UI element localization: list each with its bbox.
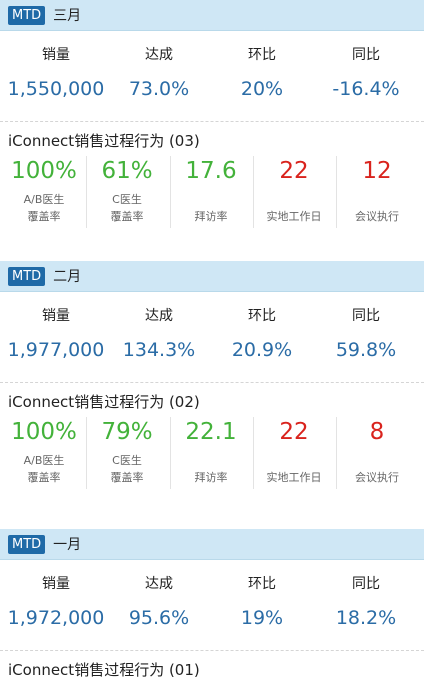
- kpi-yoy: 同比 59.8%: [313, 292, 419, 382]
- metric-c-coverage: 79% C医生 覆盖率: [86, 417, 168, 489]
- kpi-label: 达成: [145, 576, 173, 592]
- kpi-sales: 销量 1,972,000: [3, 560, 109, 650]
- metric-visit-rate: 17.6 拜访率: [170, 156, 252, 228]
- kpi-value: 73.0%: [128, 78, 190, 100]
- month-label: 三月: [53, 8, 82, 24]
- metric-label: 会议执行: [355, 471, 399, 484]
- metric-label: 覆盖率: [110, 210, 144, 223]
- kpi-label: 环比: [248, 308, 276, 324]
- metric-ab-coverage: 100% A/B医生 覆盖率: [3, 417, 85, 489]
- kpi-mom: 环比 20%: [209, 31, 315, 121]
- metric-label: C医生: [112, 193, 142, 206]
- kpi-value: 18.2%: [335, 607, 397, 629]
- kpi-value: 59.8%: [335, 339, 397, 361]
- metric-c-coverage: 61% C医生 覆盖率: [86, 156, 168, 228]
- kpi-value: 1,977,000: [7, 339, 105, 361]
- metric-label: A/B医生: [23, 454, 65, 467]
- metric-meetings: 12 会议执行: [336, 156, 418, 228]
- metric-field-days: 22 实地工作日: [253, 417, 335, 489]
- mtd-badge: MTD: [8, 266, 46, 286]
- metric-label: C医生: [112, 454, 142, 467]
- month-section-january: MTD 一月 销量 1,972,000 达成 95.6% 环比 19% 同比 1…: [0, 529, 424, 684]
- behavior-metrics: 100% A/B医生 覆盖率 61% C医生 覆盖率 17.6 拜访率 22 实…: [0, 156, 424, 228]
- metric-value: 22: [279, 158, 309, 184]
- metric-value: 61%: [101, 158, 153, 184]
- kpi-value: 1,972,000: [7, 607, 105, 629]
- month-section-march: MTD 三月 销量 1,550,000 达成 73.0% 环比 20% 同比 -…: [0, 0, 424, 228]
- behavior-title: iConnect销售过程行为 (03): [8, 132, 200, 150]
- kpi-label: 同比: [352, 576, 380, 592]
- month-label: 一月: [53, 537, 82, 553]
- kpi-label: 环比: [248, 576, 276, 592]
- metric-label: 覆盖率: [110, 471, 144, 484]
- month-label: 二月: [53, 269, 82, 285]
- kpi-sales: 销量 1,977,000: [3, 292, 109, 382]
- month-header[interactable]: MTD 二月: [0, 261, 424, 292]
- kpi-label: 环比: [248, 47, 276, 63]
- metric-value: 100%: [11, 419, 77, 445]
- metric-label: 拜访率: [194, 471, 228, 484]
- kpi-label: 销量: [42, 576, 70, 592]
- metric-label: 实地工作日: [266, 210, 322, 223]
- metric-value: 100%: [11, 158, 77, 184]
- kpi-label: 达成: [145, 308, 173, 324]
- metric-value: 22.1: [185, 419, 237, 445]
- metric-meetings: 8 会议执行: [336, 417, 418, 489]
- kpi-value: 1,550,000: [7, 78, 105, 100]
- kpi-value: 20%: [240, 78, 284, 100]
- kpi-achievement: 达成 134.3%: [106, 292, 212, 382]
- kpi-value: 19%: [240, 607, 284, 629]
- month-header[interactable]: MTD 三月: [0, 0, 424, 31]
- kpi-label: 同比: [352, 47, 380, 63]
- kpi-row: 销量 1,977,000 达成 134.3% 环比 20.9% 同比 59.8%: [0, 292, 424, 382]
- kpi-yoy: 同比 18.2%: [313, 560, 419, 650]
- metric-value: 22: [279, 419, 309, 445]
- metric-visit-rate: 22.1 拜访率: [170, 417, 252, 489]
- metric-value: 12: [362, 158, 392, 184]
- metric-ab-coverage: 100% A/B医生 覆盖率: [3, 156, 85, 228]
- kpi-achievement: 达成 73.0%: [106, 31, 212, 121]
- metric-label: 拜访率: [194, 210, 228, 223]
- kpi-label: 销量: [42, 308, 70, 324]
- metric-value: 79%: [101, 419, 153, 445]
- metric-value: 8: [369, 419, 385, 445]
- kpi-label: 达成: [145, 47, 173, 63]
- month-header[interactable]: MTD 一月: [0, 529, 424, 560]
- metric-label: 覆盖率: [27, 210, 61, 223]
- kpi-value: 134.3%: [122, 339, 196, 361]
- metric-field-days: 22 实地工作日: [253, 156, 335, 228]
- metric-value: 17.6: [185, 158, 237, 184]
- metric-label: A/B医生: [23, 193, 65, 206]
- kpi-label: 销量: [42, 47, 70, 63]
- metric-label: 实地工作日: [266, 471, 322, 484]
- kpi-achievement: 达成 95.6%: [106, 560, 212, 650]
- mtd-badge: MTD: [8, 534, 46, 554]
- mtd-badge: MTD: [8, 5, 46, 25]
- kpi-yoy: 同比 -16.4%: [313, 31, 419, 121]
- kpi-sales: 销量 1,550,000: [3, 31, 109, 121]
- kpi-mom: 环比 19%: [209, 560, 315, 650]
- month-section-february: MTD 二月 销量 1,977,000 达成 134.3% 环比 20.9% 同…: [0, 261, 424, 489]
- metric-label: 覆盖率: [27, 471, 61, 484]
- kpi-value: -16.4%: [332, 78, 400, 100]
- kpi-label: 同比: [352, 308, 380, 324]
- kpi-value: 95.6%: [128, 607, 190, 629]
- kpi-row: 销量 1,972,000 达成 95.6% 环比 19% 同比 18.2%: [0, 560, 424, 650]
- kpi-row: 销量 1,550,000 达成 73.0% 环比 20% 同比 -16.4%: [0, 31, 424, 121]
- kpi-mom: 环比 20.9%: [209, 292, 315, 382]
- behavior-metrics: 100% A/B医生 覆盖率 79% C医生 覆盖率 22.1 拜访率 22 实…: [0, 417, 424, 489]
- behavior-title: iConnect销售过程行为 (01): [8, 661, 200, 679]
- kpi-value: 20.9%: [231, 339, 293, 361]
- metric-label: 会议执行: [355, 210, 399, 223]
- behavior-title: iConnect销售过程行为 (02): [8, 393, 200, 411]
